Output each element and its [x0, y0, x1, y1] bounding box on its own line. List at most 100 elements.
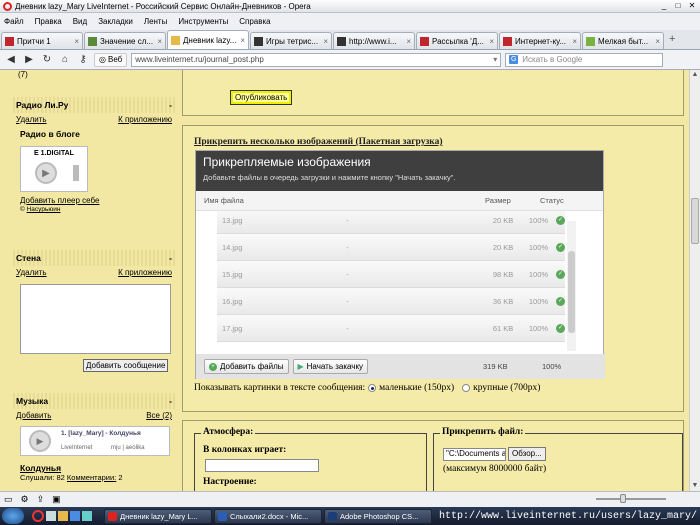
- tab-3[interactable]: Игры тетрис... ×: [250, 32, 332, 49]
- batch-upload-link[interactable]: Прикрепить несколько изображений (Пакетн…: [194, 137, 443, 147]
- zoom-slider-handle[interactable]: [620, 494, 626, 503]
- music-add-link[interactable]: Добавить: [16, 411, 51, 420]
- add-files-label: Добавить файлы: [220, 362, 284, 371]
- close-icon[interactable]: ✕: [686, 1, 698, 11]
- reload-icon[interactable]: ↻: [40, 53, 54, 67]
- file-list-scroll-thumb[interactable]: [568, 251, 575, 333]
- wall-delete-link[interactable]: Удалить: [16, 268, 47, 277]
- menu-file[interactable]: Файл: [4, 17, 24, 26]
- tab-close-icon[interactable]: ×: [655, 37, 660, 46]
- add-player-link[interactable]: Добавить плеер себе: [11, 196, 177, 205]
- col-size: Размер: [485, 196, 511, 205]
- file-row[interactable]: 17.jpg - 61 KB 100% ✓: [217, 315, 566, 342]
- tab-5[interactable]: Рассылка 'Д... ×: [416, 32, 498, 49]
- tab-close-icon[interactable]: ×: [240, 36, 245, 45]
- menu-bookmarks[interactable]: Закладки: [98, 17, 133, 26]
- check-icon: ✓: [556, 215, 566, 225]
- play-icon[interactable]: ▶: [35, 162, 57, 184]
- radio-delete-link[interactable]: Удалить: [16, 115, 47, 124]
- window-title: Дневник lazy_Mary LiveInternet - Российс…: [15, 1, 311, 11]
- tab-label: Мелкая быт...: [598, 36, 649, 46]
- add-message-button[interactable]: Добавить сообщение: [83, 359, 169, 372]
- tab-1[interactable]: Значение сл... ×: [84, 32, 166, 49]
- tab-close-icon[interactable]: ×: [74, 37, 79, 46]
- web-button[interactable]: ◎ Веб: [94, 52, 128, 67]
- start-upload-button[interactable]: ▶ Начать закачку: [292, 359, 369, 374]
- file-row[interactable]: 15.jpg - 98 KB 100% ✓: [217, 261, 566, 288]
- search-field[interactable]: G Искать в Google: [505, 52, 664, 67]
- view-icon[interactable]: ▣: [52, 494, 61, 505]
- attach-file-legend: Прикрепить файл:: [440, 427, 526, 437]
- menu-tools[interactable]: Инструменты: [178, 17, 228, 26]
- wall-app-link[interactable]: К приложению: [118, 268, 172, 277]
- wall-textarea[interactable]: [20, 284, 171, 354]
- radio-app-link[interactable]: К приложению: [118, 115, 172, 124]
- song-link[interactable]: Колдунья: [11, 460, 177, 473]
- taskbar-button-2[interactable]: Adobe Photoshop CS...: [324, 508, 432, 524]
- tab-0[interactable]: Притчи 1 ×: [1, 32, 83, 49]
- panel-toggle-icon[interactable]: ▭: [4, 494, 13, 505]
- credit-link[interactable]: Насурьюин: [27, 206, 61, 213]
- start-button[interactable]: [2, 508, 24, 524]
- menu-feeds[interactable]: Ленты: [144, 17, 168, 26]
- tab-close-icon[interactable]: ×: [157, 37, 162, 46]
- file-row[interactable]: 14.jpg - 20 KB 100% ✓: [217, 234, 566, 261]
- taskbar-button-0[interactable]: Дневник lazy_Mary L...: [104, 508, 212, 524]
- radio-player[interactable]: E 1.DIGITAL ▶: [20, 146, 88, 192]
- page-scrollbar[interactable]: ▲ ▼: [689, 70, 700, 491]
- tab-7[interactable]: Мелкая быт... ×: [582, 32, 664, 49]
- tab-4[interactable]: http://www.i... ×: [333, 32, 415, 49]
- volume-icon[interactable]: [73, 165, 79, 181]
- home-icon[interactable]: ⌂: [58, 53, 72, 67]
- settings-icon[interactable]: ⚙: [21, 494, 29, 505]
- music-header: Музыка -: [11, 393, 177, 409]
- file-row[interactable]: 13.jpg - 20 KB 100% ✓: [217, 211, 566, 234]
- file-list-scrollbar[interactable]: [567, 221, 576, 351]
- maximize-icon[interactable]: □: [672, 1, 684, 11]
- folder-icon[interactable]: [58, 511, 68, 521]
- minimize-icon[interactable]: _: [658, 1, 670, 11]
- music-all-link[interactable]: Все (2): [146, 411, 172, 420]
- add-files-button[interactable]: + Добавить файлы: [204, 359, 289, 374]
- music-play-icon[interactable]: ▶: [29, 430, 51, 452]
- file-path-input[interactable]: "C:\Documents and S: [443, 448, 506, 461]
- menu-view[interactable]: Вид: [73, 17, 87, 26]
- tab-close-icon[interactable]: ×: [323, 37, 328, 46]
- opera-quicklaunch-icon[interactable]: [32, 510, 44, 522]
- browse-button[interactable]: Обзор...: [508, 447, 546, 461]
- page-scroll-thumb[interactable]: [691, 198, 699, 244]
- share-icon[interactable]: ⇪: [37, 494, 45, 505]
- forward-icon[interactable]: ▶: [22, 53, 36, 67]
- tab-close-icon[interactable]: ×: [406, 37, 411, 46]
- max-size-note: (максимум 8000000 байт): [443, 464, 547, 474]
- taskbar-button-1[interactable]: Слыхали2.docx - Mic...: [214, 508, 322, 524]
- speakers-label: В колонках играет:: [203, 445, 287, 455]
- media-icon[interactable]: [82, 511, 92, 521]
- comments-link[interactable]: Комментарии:: [67, 473, 116, 482]
- menu-help[interactable]: Справка: [239, 17, 270, 26]
- publish-button[interactable]: Опубликовать: [229, 90, 293, 105]
- new-tab-icon[interactable]: +: [669, 33, 675, 45]
- desktop-icon[interactable]: [46, 511, 56, 521]
- ie-icon[interactable]: [70, 511, 80, 521]
- window-titlebar: Дневник lazy_Mary LiveInternet - Российс…: [0, 0, 700, 13]
- file-percent: 100%: [528, 242, 549, 252]
- tab-close-icon[interactable]: ×: [489, 37, 494, 46]
- zoom-slider[interactable]: [596, 498, 666, 500]
- address-field[interactable]: www.liveinternet.ru/journal_post.php ▾: [131, 52, 502, 67]
- key-icon[interactable]: ⚷: [76, 53, 90, 67]
- menu-edit[interactable]: Правка: [35, 17, 62, 26]
- small-radio[interactable]: [368, 384, 377, 392]
- scroll-down-icon[interactable]: ▼: [690, 481, 700, 491]
- back-icon[interactable]: ◀: [4, 53, 18, 67]
- tab-close-icon[interactable]: ×: [572, 37, 577, 46]
- music-track: 1. [lazy_Mary] - Колдунья: [61, 430, 141, 437]
- dropdown-icon[interactable]: ▾: [493, 55, 497, 64]
- speakers-input[interactable]: [205, 459, 319, 472]
- scroll-up-icon[interactable]: ▲: [690, 70, 700, 80]
- tab-2[interactable]: Дневник lazy... ×: [167, 30, 249, 49]
- music-player[interactable]: ▶ 1. [lazy_Mary] - Колдунья LiveInternet…: [20, 426, 170, 456]
- file-row[interactable]: 16.jpg - 36 KB 100% ✓: [217, 288, 566, 315]
- tab-6[interactable]: Интернет-ку... ×: [499, 32, 581, 49]
- large-radio[interactable]: [462, 384, 471, 392]
